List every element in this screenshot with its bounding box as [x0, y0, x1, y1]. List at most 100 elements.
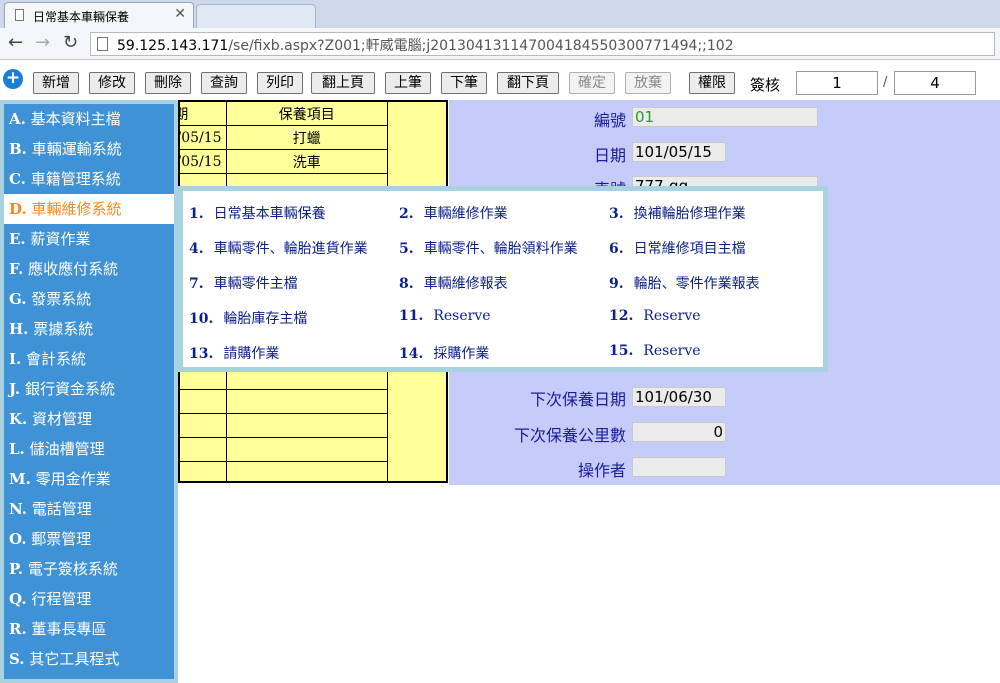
table-header-row: 日期 保養項目	[180, 102, 389, 126]
submenu-item-3[interactable]: 3. 換補輪胎修理作業	[609, 203, 746, 223]
submenu-item-1[interactable]: 1. 日常基本車輛保養	[189, 203, 326, 223]
submenu-item-label: 採購作業	[433, 346, 490, 362]
sidebar-item-b[interactable]: B. 車輛運輸系統	[4, 134, 174, 164]
submenu-item-8[interactable]: 8. 車輛維修報表	[399, 273, 508, 293]
sidebar-item-j[interactable]: J. 銀行資金系統	[4, 374, 174, 404]
sidebar-item-d[interactable]: D. 車輛維修系統	[4, 194, 174, 224]
url-text: 59.125.143.171/se/fixb.aspx?Z001;軒威電腦;j2…	[117, 35, 734, 55]
submenu-item-number: 14.	[399, 346, 424, 362]
toolbar: + 新增 修改 刪除 查詢 列印 翻上頁 上筆 下筆 翻下頁 確定 放棄 權限 …	[0, 62, 1000, 98]
sidebar-item-m[interactable]: M. 零用金作業	[4, 464, 174, 494]
table-row[interactable]	[180, 413, 389, 438]
plus-icon[interactable]: +	[3, 69, 23, 89]
next-record-button[interactable]: 下筆	[441, 72, 487, 94]
close-tab-icon[interactable]: ✕	[174, 6, 186, 22]
submenu-item-13[interactable]: 13. 請購作業	[189, 343, 279, 363]
submenu-item-label: 輪胎庫存主檔	[223, 311, 308, 327]
permission-button[interactable]: 權限	[689, 72, 735, 94]
field-label-next-km: 下次保養公里數	[513, 426, 626, 445]
submenu-item-4[interactable]: 4. 車輛零件、輪胎進貨作業	[189, 238, 368, 258]
page-icon	[97, 37, 108, 51]
submenu-item-number: 1.	[189, 206, 204, 222]
sidebar-item-label: 車輛維修系統	[31, 200, 122, 218]
submenu-item-2[interactable]: 2. 車輛維修作業	[399, 203, 508, 223]
field-next-date-input[interactable]: 101/06/30	[632, 387, 726, 407]
submenu-item-number: 13.	[189, 346, 214, 362]
submenu-item-7[interactable]: 7. 車輛零件主檔	[189, 273, 298, 293]
table-row[interactable]	[180, 389, 389, 414]
sidebar-item-key: P.	[9, 560, 24, 578]
table-row[interactable]: 101/05/15打蠟	[180, 125, 389, 150]
page-current-input[interactable]: 1	[796, 71, 878, 95]
url-input[interactable]: 59.125.143.171/se/fixb.aspx?Z001;軒威電腦;j2…	[90, 32, 995, 56]
field-date-input[interactable]: 101/05/15	[632, 142, 726, 162]
submenu-item-9[interactable]: 9. 輪胎、零件作業報表	[609, 273, 760, 293]
submenu-item-label: 請購作業	[223, 346, 280, 362]
submenu-item-number: 6.	[609, 241, 624, 257]
sidebar-item-key: N.	[9, 500, 27, 518]
sidebar-item-o[interactable]: O. 郵票管理	[4, 524, 174, 554]
submenu-item-number: 3.	[609, 206, 624, 222]
sidebar-item-label: 其它工具程式	[29, 650, 120, 668]
prev-record-button[interactable]: 上筆	[385, 72, 431, 94]
submenu-item-12[interactable]: 12. Reserve	[609, 308, 701, 324]
table-row[interactable]	[180, 437, 389, 462]
submenu-item-label: 車輛零件主檔	[213, 276, 298, 292]
sidebar-item-q[interactable]: Q. 行程管理	[4, 584, 174, 614]
back-icon[interactable]: ←	[8, 32, 23, 53]
field-id-input[interactable]: 01	[632, 107, 818, 127]
cell-item	[225, 461, 389, 481]
submenu-item-label: Reserve	[643, 308, 701, 324]
submenu-item-number: 4.	[189, 241, 204, 257]
address-bar: ← → ↻ 59.125.143.171/se/fixb.aspx?Z001;軒…	[0, 28, 1000, 60]
submenu-item-11[interactable]: 11. Reserve	[399, 308, 491, 324]
confirm-button[interactable]: 確定	[569, 72, 615, 94]
table-row[interactable]	[180, 461, 389, 481]
sidebar-item-l[interactable]: L. 儲油槽管理	[4, 434, 174, 464]
sidebar-item-key: C.	[9, 170, 26, 188]
submenu-item-15[interactable]: 15. Reserve	[609, 343, 701, 359]
query-button[interactable]: 查詢	[201, 72, 247, 94]
sidebar-item-k[interactable]: K. 資材管理	[4, 404, 174, 434]
browser-tab-bar: 日常基本車輛保養 ✕	[0, 0, 1000, 28]
cancel-button[interactable]: 放棄	[625, 72, 671, 94]
field-operator-input[interactable]	[632, 457, 726, 477]
page-up-button[interactable]: 翻上頁	[311, 72, 375, 94]
sidebar-item-c[interactable]: C. 車籍管理系統	[4, 164, 174, 194]
reload-icon[interactable]: ↻	[63, 32, 78, 53]
sidebar-item-n[interactable]: N. 電話管理	[4, 494, 174, 524]
sidebar-item-g[interactable]: G. 發票系統	[4, 284, 174, 314]
sidebar-item-s[interactable]: S. 其它工具程式	[4, 644, 174, 674]
browser-tab-inactive[interactable]	[196, 4, 316, 28]
column-header-item: 保養項目	[225, 102, 389, 126]
sidebar-item-p[interactable]: P. 電子簽核系統	[4, 554, 174, 584]
sidebar-item-key: E.	[9, 230, 26, 248]
print-button[interactable]: 列印	[257, 72, 303, 94]
edit-button[interactable]: 修改	[89, 72, 135, 94]
forward-icon[interactable]: →	[35, 32, 50, 53]
cell-item: 打蠟	[225, 125, 389, 150]
column-header-date: 日期	[180, 102, 227, 126]
sidebar-item-label: 車籍管理系統	[30, 170, 121, 188]
sidebar-item-a[interactable]: A. 基本資料主檔	[4, 104, 174, 134]
browser-tab[interactable]: 日常基本車輛保養 ✕	[4, 2, 194, 28]
sidebar-item-key: Q.	[9, 590, 27, 608]
add-button[interactable]: 新增	[33, 72, 79, 94]
sidebar-item-key: R.	[9, 620, 27, 638]
table-row[interactable]: 101/05/15洗車	[180, 149, 389, 174]
page-down-button[interactable]: 翻下頁	[497, 72, 559, 94]
cell-item	[225, 389, 389, 414]
submenu-item-5[interactable]: 5. 車輛零件、輪胎領料作業	[399, 238, 578, 258]
delete-button[interactable]: 刪除	[145, 72, 191, 94]
submenu-item-6[interactable]: 6. 日常維修項目主檔	[609, 238, 746, 258]
cell-date	[180, 413, 227, 438]
field-next-km-input[interactable]: 0	[632, 422, 726, 442]
sidebar-item-f[interactable]: F. 應收應付系統	[4, 254, 174, 284]
sidebar-item-i[interactable]: I. 會計系統	[4, 344, 174, 374]
submenu-item-14[interactable]: 14. 採購作業	[399, 343, 489, 363]
submenu-item-10[interactable]: 10. 輪胎庫存主檔	[189, 308, 307, 328]
sidebar-item-e[interactable]: E. 薪資作業	[4, 224, 174, 254]
sidebar-item-h[interactable]: H. 票據系統	[4, 314, 174, 344]
sidebar-item-key: H.	[9, 320, 29, 338]
sidebar-item-r[interactable]: R. 董事長專區	[4, 614, 174, 644]
